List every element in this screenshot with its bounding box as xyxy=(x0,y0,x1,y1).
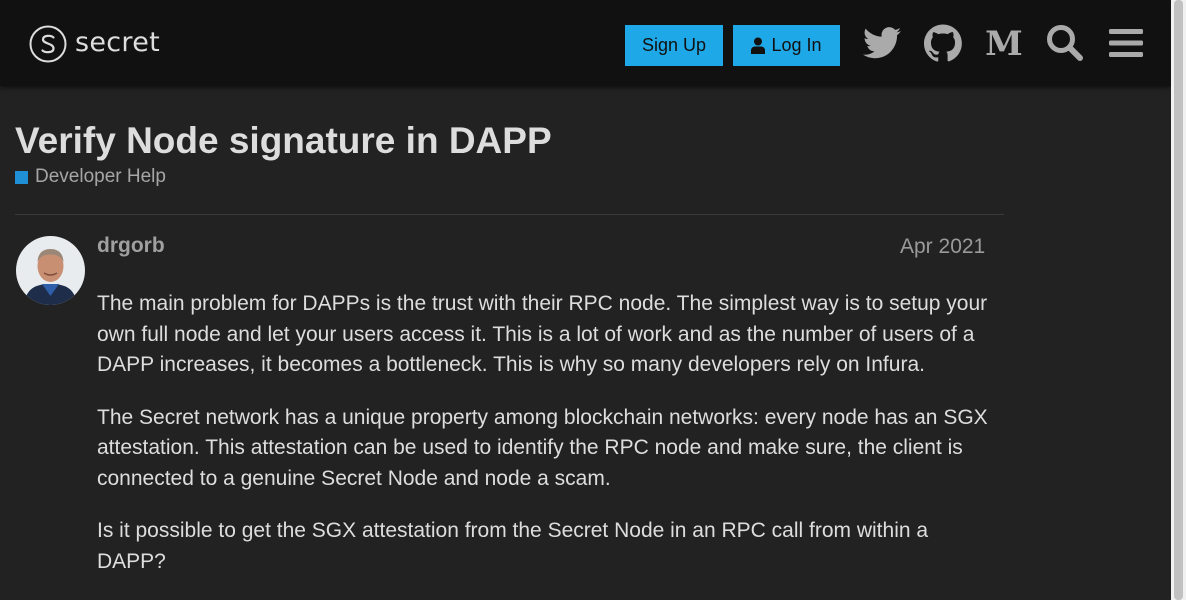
sign-up-button[interactable]: Sign Up xyxy=(625,25,723,66)
post-paragraph: The main problem for DAPPs is the trust … xyxy=(97,292,988,376)
log-in-label: Log In xyxy=(771,35,822,55)
user-icon xyxy=(751,37,766,54)
scrollbar-thumb[interactable] xyxy=(1174,0,1183,600)
post-date[interactable]: Apr 2021 xyxy=(900,235,985,259)
page: secret Sign Up Log In M Verify Node sign… xyxy=(0,0,1186,600)
logo-text: secret xyxy=(75,26,161,58)
site-logo[interactable]: secret xyxy=(29,24,160,64)
search-icon[interactable] xyxy=(1044,22,1086,64)
divider xyxy=(15,214,1004,215)
twitter-icon[interactable] xyxy=(861,22,903,64)
post-username[interactable]: drgorb xyxy=(97,234,165,258)
category-link[interactable]: Developer Help xyxy=(15,166,166,188)
page-scrollbar[interactable] xyxy=(1171,0,1186,600)
medium-icon[interactable]: M xyxy=(983,22,1025,64)
svg-text:M: M xyxy=(985,27,1023,59)
category-badge xyxy=(15,170,28,184)
site-header: secret Sign Up Log In M xyxy=(0,0,1171,86)
topic-title[interactable]: Verify Node signature in DAPP xyxy=(15,118,552,164)
post-paragraph: The Secret network has a unique property… xyxy=(97,405,988,490)
category-name: Developer Help xyxy=(35,166,166,187)
post-body: The main problem for DAPPs is the trust … xyxy=(97,289,997,599)
menu-icon[interactable] xyxy=(1105,22,1147,64)
avatar[interactable] xyxy=(16,236,85,305)
github-icon[interactable] xyxy=(922,22,964,64)
log-in-button[interactable]: Log In xyxy=(733,25,840,66)
post-paragraph: Is it possible to get the SGX attestatio… xyxy=(97,519,929,573)
secret-logo-icon xyxy=(29,25,67,63)
